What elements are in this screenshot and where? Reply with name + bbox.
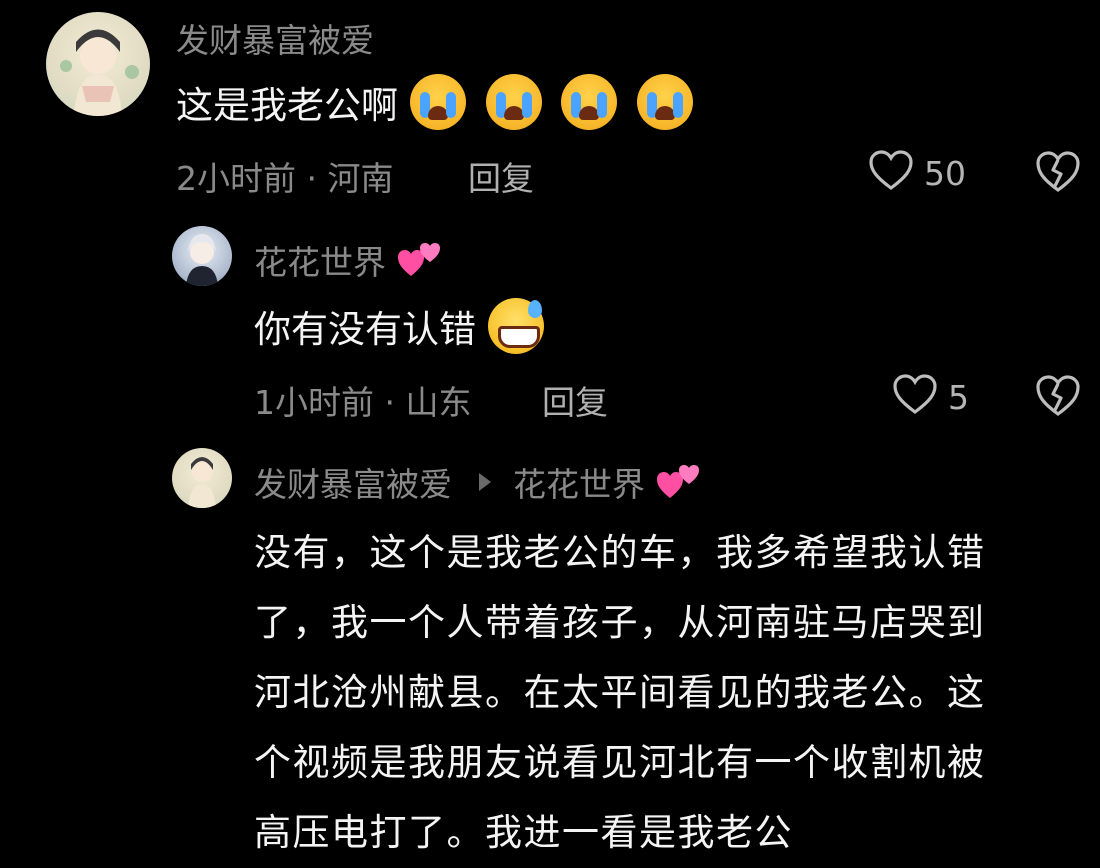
- avatar-illustration: [188, 457, 216, 508]
- reply1-meta: 1小时前 · 山东: [254, 383, 472, 422]
- reply1-text: 你有没有认错: [254, 308, 476, 351]
- reply2-username-row: 发财暴富被爱 花花世界: [254, 458, 702, 506]
- reply1-username-row: 花花世界: [254, 236, 443, 284]
- comment-meta: 2小时前 · 河南: [176, 159, 394, 198]
- avatar-illustration: [186, 234, 218, 286]
- crying-emoji-icon: [637, 74, 694, 130]
- reply2-text-line: 没有，这个是我老公的车，我多希望我认错: [254, 531, 986, 574]
- grinning-sweat-emoji-icon: [487, 298, 544, 354]
- revolving-hearts-icon: [656, 462, 702, 502]
- crying-emoji-icon: [485, 74, 542, 130]
- reply1-text-row: 你有没有认错: [254, 298, 544, 354]
- comment-text: 这是我老公啊: [176, 84, 398, 127]
- comment-username[interactable]: 发财暴富被爱: [176, 14, 374, 62]
- dislike-heart-icon[interactable]: [1034, 150, 1082, 194]
- reply2-username[interactable]: 发财暴富被爱: [254, 465, 452, 504]
- reply-arrow-icon: [478, 473, 491, 491]
- avatar-illustration: [60, 29, 139, 116]
- crying-emoji-icon: [409, 74, 466, 130]
- reply2-text-line: 高压电打了。我进一看是我老公: [254, 811, 793, 854]
- comment-text-row: 这是我老公啊: [176, 74, 701, 130]
- like-count: 50: [924, 154, 966, 193]
- reply2-reply-to[interactable]: 花花世界: [513, 465, 645, 504]
- dislike-heart-icon[interactable]: [1034, 374, 1082, 418]
- reply-button[interactable]: 回复: [542, 376, 608, 424]
- avatar[interactable]: [172, 226, 232, 286]
- reply2-text: 没有，这个是我老公的车，我多希望我认错 了，我一个人带着孩子，从河南驻马店哭到 …: [254, 518, 1084, 868]
- like-count: 5: [948, 378, 969, 417]
- crying-emoji-icon: [561, 74, 618, 130]
- reply2-text-line: 个视频是我朋友说看见河北有一个收割机被: [254, 741, 986, 784]
- reply-button[interactable]: 回复: [468, 152, 534, 200]
- reply2-text-line: 了，我一个人带着孩子，从河南驻马店哭到: [254, 601, 986, 644]
- avatar[interactable]: [46, 12, 150, 116]
- heart-icon[interactable]: [868, 150, 914, 192]
- heart-icon[interactable]: [892, 374, 938, 416]
- revolving-hearts-icon: [397, 240, 443, 280]
- reply2-text-line: 河北沧州献县。在太平间看见的我老公。这: [254, 671, 986, 714]
- avatar[interactable]: [172, 448, 232, 508]
- reply1-username[interactable]: 花花世界: [254, 243, 386, 282]
